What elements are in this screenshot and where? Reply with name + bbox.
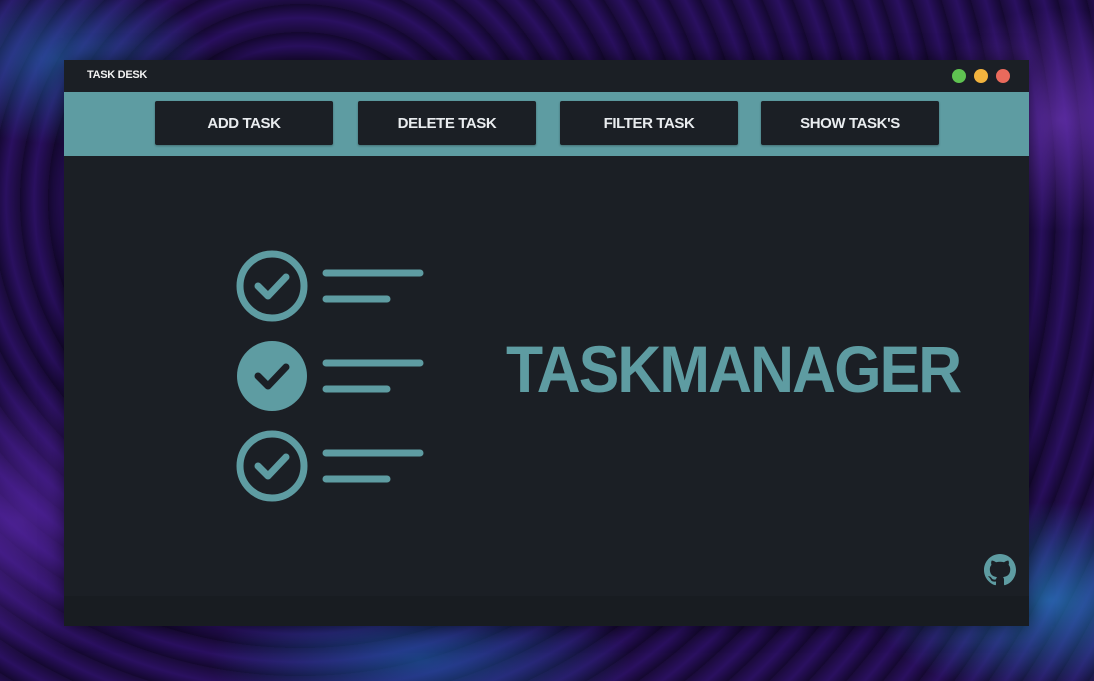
hero-title: TASKMANAGER [506, 332, 962, 406]
close-button[interactable] [996, 69, 1010, 83]
main-content: TASKMANAGER [64, 156, 1029, 596]
title-bar[interactable]: TASK DESK [64, 60, 1029, 92]
show-tasks-button[interactable]: SHOW TASK'S [761, 101, 939, 145]
github-icon[interactable] [984, 554, 1016, 586]
minimize-button[interactable] [952, 69, 966, 83]
delete-task-button[interactable]: DELETE TASK [358, 101, 536, 145]
maximize-button[interactable] [974, 69, 988, 83]
toolbar: ADD TASK DELETE TASK FILTER TASK SHOW TA… [64, 92, 1029, 156]
app-window: TASK DESK ADD TASK DELETE TASK FILTER TA… [64, 60, 1029, 626]
checklist-icon [236, 250, 424, 502]
status-footer [64, 596, 1029, 626]
app-title: TASK DESK [87, 69, 148, 81]
filter-task-button[interactable]: FILTER TASK [560, 101, 738, 145]
add-task-button[interactable]: ADD TASK [155, 101, 333, 145]
